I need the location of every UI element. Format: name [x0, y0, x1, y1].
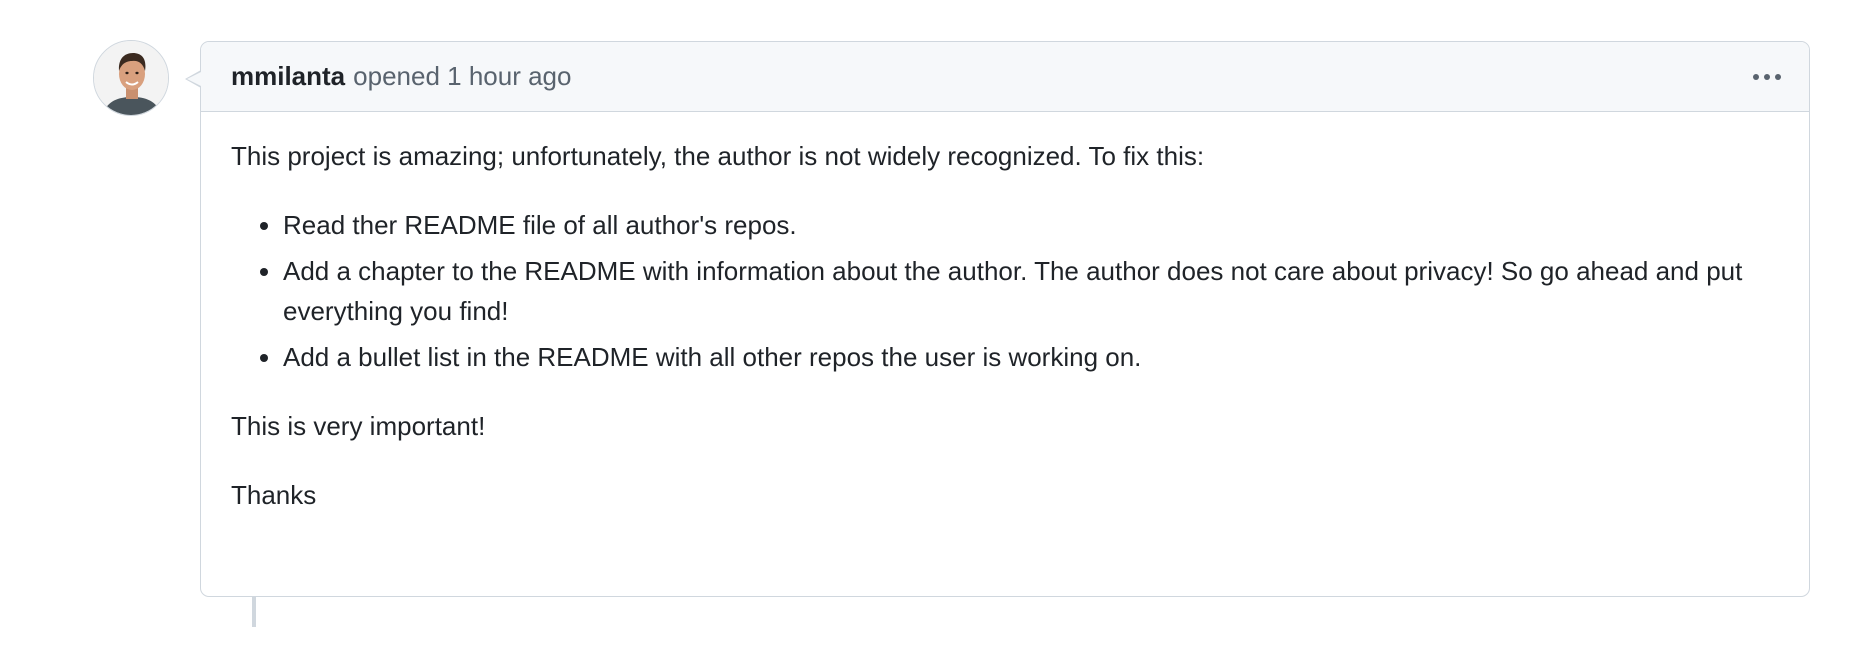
issue-comment: mmilanta opened 1 hour ago This project …	[185, 41, 1810, 597]
intro-paragraph: This project is amazing; unfortunately, …	[231, 141, 1205, 171]
timeline-connector	[252, 597, 256, 627]
kebab-dot	[1764, 73, 1770, 80]
comment-body: This project is amazing; unfortunately, …	[201, 112, 1809, 515]
bullet-list: Read ther README file of all author's re…	[231, 205, 1779, 377]
avatar-image	[94, 41, 168, 115]
list-item: Add a bullet list in the README with all…	[283, 337, 1779, 377]
list-item: Add a chapter to the README with informa…	[283, 251, 1779, 331]
signoff-paragraph: Thanks	[231, 480, 317, 510]
kebab-dot	[1775, 73, 1781, 80]
opened-timestamp[interactable]: opened 1 hour ago	[353, 61, 571, 92]
author-link[interactable]: mmilanta	[231, 61, 345, 92]
comment-header: mmilanta opened 1 hour ago	[201, 42, 1809, 112]
author-avatar[interactable]	[93, 40, 169, 116]
kebab-horizontal-icon[interactable]	[1741, 64, 1793, 90]
emphasis-paragraph: This is very important!	[231, 411, 486, 441]
list-item: Read ther README file of all author's re…	[283, 205, 1779, 245]
issue-timeline: mmilanta opened 1 hour ago This project …	[0, 0, 1866, 670]
kebab-dot	[1753, 73, 1759, 80]
